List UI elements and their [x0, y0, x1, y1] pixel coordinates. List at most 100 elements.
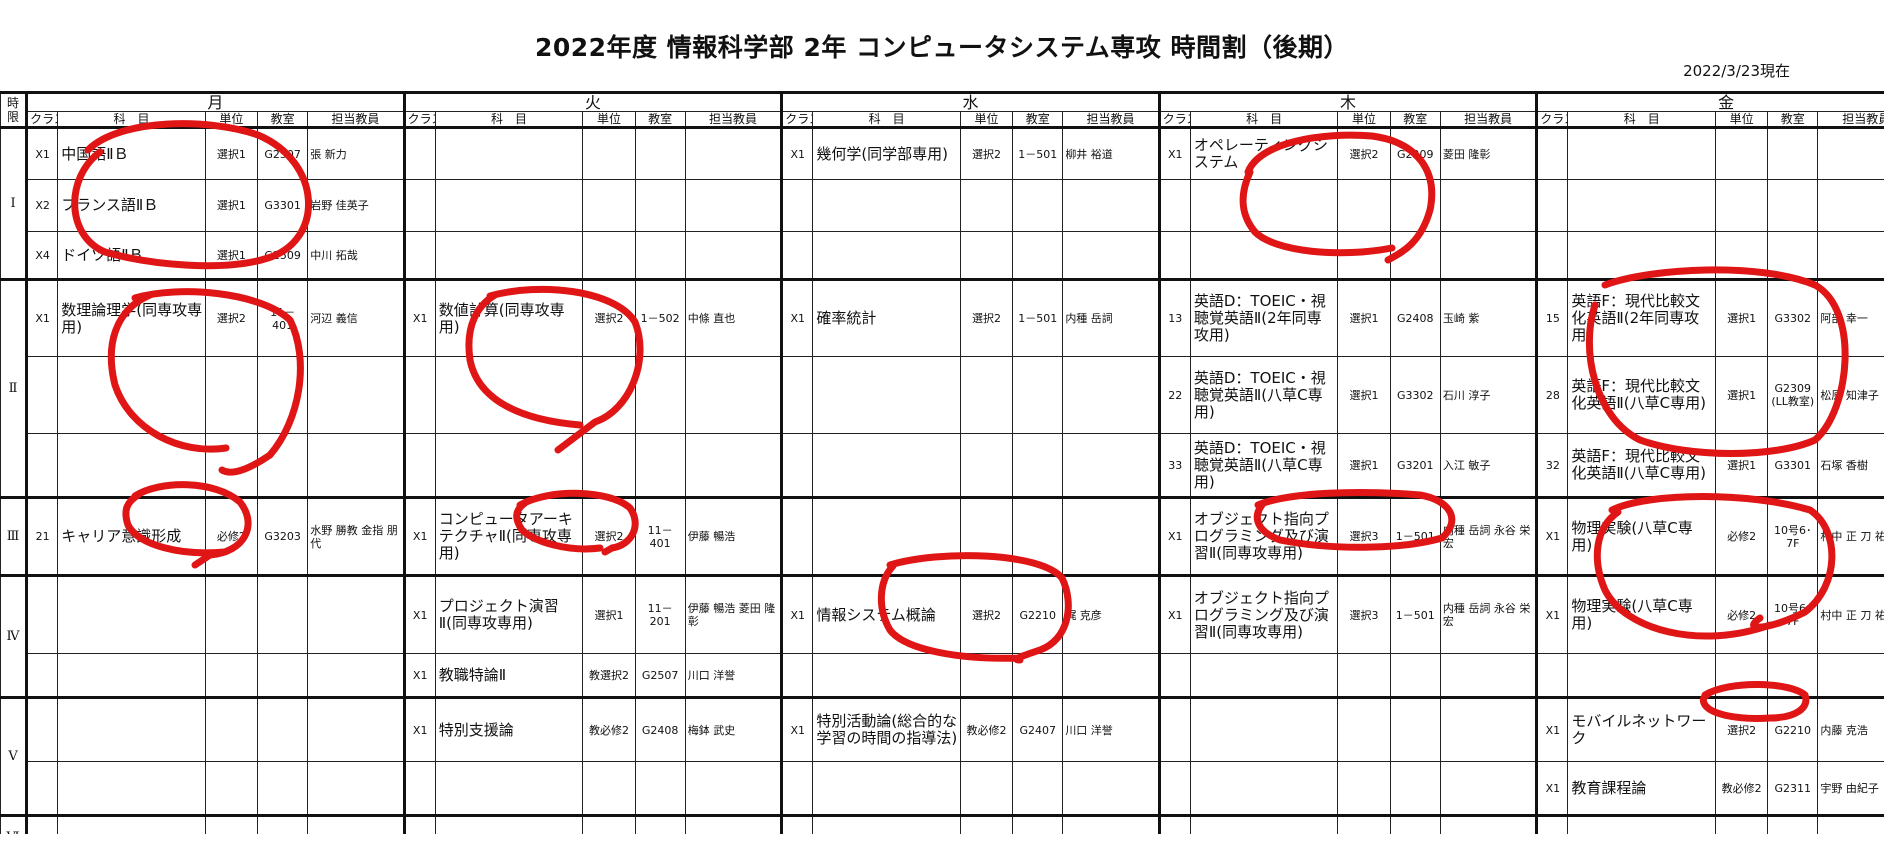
course-room: 10号6･7F [1767, 497, 1819, 577]
empty-cell [959, 433, 1014, 499]
empty-cell [1714, 127, 1769, 180]
empty-cell [204, 653, 259, 699]
table-row: 22 英語D：TOEIC・視聴覚英語Ⅱ(八草C専用) 選択1 G3302 石川 淳子 28… [1, 356, 1884, 434]
empty-cell [1714, 815, 1769, 834]
empty-cell [812, 815, 961, 834]
empty-cell [1567, 231, 1716, 281]
course-class: X1 [1535, 497, 1569, 577]
course-teacher: 内種 岳詞 永谷 栄宏 [1439, 575, 1538, 654]
empty-cell [25, 815, 59, 834]
empty-cell [1817, 815, 1884, 834]
course-room: 10号6･7F [1767, 575, 1819, 654]
empty-cell [780, 179, 814, 232]
course-subject: プロジェクト演習Ⅱ(同専攻専用) [434, 575, 584, 654]
empty-cell [307, 697, 405, 762]
empty-cell [812, 497, 961, 577]
course-units: 選択2 [582, 497, 636, 577]
course-room: 11－401 [634, 497, 686, 577]
empty-cell [1439, 697, 1538, 762]
empty-cell [434, 433, 584, 499]
col-header-subject: 科 目 [57, 111, 206, 129]
course-teacher: 内藤 克浩 [1817, 697, 1884, 762]
empty-cell [434, 231, 584, 281]
table-row: Ⅳ X1 プロジェクト演習Ⅱ(同専攻専用) 選択1 11－201 伊藤 暢浩 菱田 隆彰 X… [0, 575, 1884, 699]
empty-cell [257, 356, 309, 434]
course-class: X1 [780, 279, 814, 357]
course-room: G2210 [1012, 575, 1064, 654]
empty-cell [780, 356, 814, 434]
course-subject: 教育課程論 [1567, 761, 1716, 817]
course-subject: 確率統計 [812, 279, 961, 357]
empty-cell [25, 653, 59, 699]
empty-cell [582, 127, 636, 180]
empty-cell [1389, 653, 1441, 699]
course-room: G2507 [634, 653, 686, 699]
empty-cell [1157, 231, 1191, 281]
course-units: 選択2 [1337, 127, 1391, 180]
course-units: 選択3 [1337, 497, 1391, 577]
empty-cell [1157, 179, 1191, 232]
empty-cell [204, 815, 259, 834]
col-header-subject: 科 目 [1567, 111, 1716, 129]
day-header-1: 火 [402, 91, 783, 112]
empty-cell [1012, 356, 1064, 434]
empty-cell [582, 433, 636, 499]
course-room: G3301 [1767, 433, 1819, 499]
empty-cell [402, 231, 436, 281]
day-header-3: 木 [1157, 91, 1538, 112]
empty-cell [812, 356, 961, 434]
course-units: 選択1 [204, 179, 259, 232]
empty-cell [582, 815, 636, 834]
course-units: 必修2 [204, 497, 259, 577]
empty-cell [582, 761, 636, 817]
course-units: 選択1 [1714, 356, 1769, 434]
period-header: 時限 [0, 91, 28, 129]
course-teacher: 岩野 佳英子 [307, 179, 405, 232]
period-label: Ⅵ [0, 815, 28, 834]
course-class: X1 [1157, 497, 1191, 577]
course-teacher: 張 新力 [307, 127, 405, 180]
empty-cell [257, 653, 309, 699]
empty-cell [1439, 815, 1538, 834]
col-header-room: 教室 [1767, 111, 1819, 129]
empty-cell [307, 433, 405, 499]
day-header-2: 水 [780, 91, 1160, 112]
empty-cell [1337, 179, 1391, 232]
empty-cell [780, 497, 814, 577]
course-room: 1－501 [1389, 497, 1441, 577]
empty-cell [257, 697, 309, 762]
period-label: Ⅱ [0, 279, 28, 499]
course-room: G3301 [257, 179, 309, 232]
empty-cell [1337, 815, 1391, 834]
col-header-subject: 科 目 [1189, 111, 1339, 129]
course-subject: 中国語ⅡＢ [57, 127, 206, 180]
course-class: 32 [1535, 433, 1569, 499]
empty-cell [684, 433, 783, 499]
course-subject: 教職特論Ⅱ [434, 653, 584, 699]
empty-cell [1535, 653, 1569, 699]
empty-cell [1439, 761, 1538, 817]
empty-cell [1389, 761, 1441, 817]
page-title: 2022年度 情報科学部 2年 コンピュータシステム専攻 時間割（後期） [534, 33, 1350, 62]
course-room: 11－201 [634, 575, 686, 654]
col-header-class: クラス [402, 111, 436, 129]
empty-cell [57, 356, 206, 434]
course-teacher: 石川 淳子 [1439, 356, 1538, 434]
col-header-room: 教室 [1012, 111, 1064, 129]
course-subject: 幾何学(同学部専用) [812, 127, 961, 180]
col-header-subject: 科 目 [434, 111, 584, 129]
empty-cell [684, 815, 783, 834]
col-header-teacher: 担当教員 [1817, 111, 1884, 129]
empty-cell [1767, 231, 1819, 281]
course-units: 選択2 [959, 279, 1014, 357]
empty-cell [1337, 761, 1391, 817]
empty-cell [634, 356, 686, 434]
course-room: G2509 [257, 231, 309, 281]
course-subject: 英語F：現代比較文化英語Ⅱ(八草C専用) [1567, 433, 1716, 499]
empty-cell [1817, 179, 1884, 232]
col-header-units: 単位 [1714, 111, 1769, 129]
table-row: 33 英語D：TOEIC・視聴覚英語Ⅱ(八草C専用) 選択1 G3201 入江 敏子 32… [1, 433, 1884, 499]
course-room: 1－502 [634, 279, 686, 357]
empty-cell [257, 815, 309, 834]
course-teacher: 内種 岳詞 永谷 栄宏 [1439, 497, 1538, 577]
